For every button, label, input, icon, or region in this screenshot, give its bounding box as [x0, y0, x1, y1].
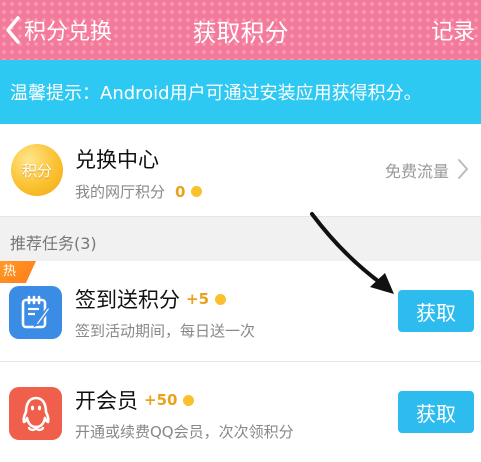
tip-banner: 温馨提示：Android用户可通过安装应用获得积分。: [0, 60, 481, 124]
task-title: 签到送积分: [75, 288, 180, 312]
get-points-button-membership[interactable]: 获取: [398, 391, 474, 433]
task-points: +50: [144, 391, 178, 409]
exchange-center-row[interactable]: 积分 兑换中心 我的网厅积分 0 免费流量: [0, 124, 481, 217]
penguin-icon: [9, 387, 62, 440]
tip-text: 温馨提示：Android用户可通过安装应用获得积分。: [10, 83, 422, 104]
coin-dot-icon: [191, 186, 203, 197]
task-title-line: 签到送积分 +5: [75, 284, 227, 314]
chevron-right-icon: [456, 157, 470, 185]
back-label: 积分兑换: [24, 20, 113, 45]
task-row-signin: 热 签到送积分 +5 签到活动期间，每日送一次 获取: [0, 261, 481, 362]
header-bar: 积分兑换 获取积分 记录: [0, 0, 481, 60]
task-description: 开通或续费QQ会员，次次领积分: [75, 423, 294, 441]
note-edit-icon: [9, 286, 62, 339]
section-title: 推荐任务(3): [10, 234, 97, 253]
points-coin-icon: 积分: [11, 144, 63, 196]
coin-dot-icon: [215, 293, 227, 305]
free-flow-label: 免费流量: [384, 162, 449, 181]
my-points-line: 我的网厅积分 0: [75, 181, 203, 202]
record-button[interactable]: 记录: [431, 14, 475, 46]
task-row-membership: 开会员 +50 开通或续费QQ会员，次次领积分 获取: [0, 362, 481, 462]
coin-dot-icon: [183, 394, 195, 406]
task-title-line: 开会员 +50: [75, 385, 195, 415]
task-points: +5: [186, 290, 210, 308]
task-description: 签到活动期间，每日送一次: [75, 322, 256, 340]
chevron-left-icon: [4, 15, 22, 45]
my-points-value: 0: [175, 182, 186, 201]
hot-badge: 热: [0, 261, 36, 283]
exchange-center-title: 兑换中心: [75, 148, 159, 172]
task-title: 开会员: [75, 389, 138, 413]
get-points-button-signin[interactable]: 获取: [398, 290, 474, 332]
back-button[interactable]: 积分兑换: [4, 10, 112, 50]
my-points-label: 我的网厅积分: [75, 183, 166, 201]
coin-label: 积分: [21, 161, 52, 180]
